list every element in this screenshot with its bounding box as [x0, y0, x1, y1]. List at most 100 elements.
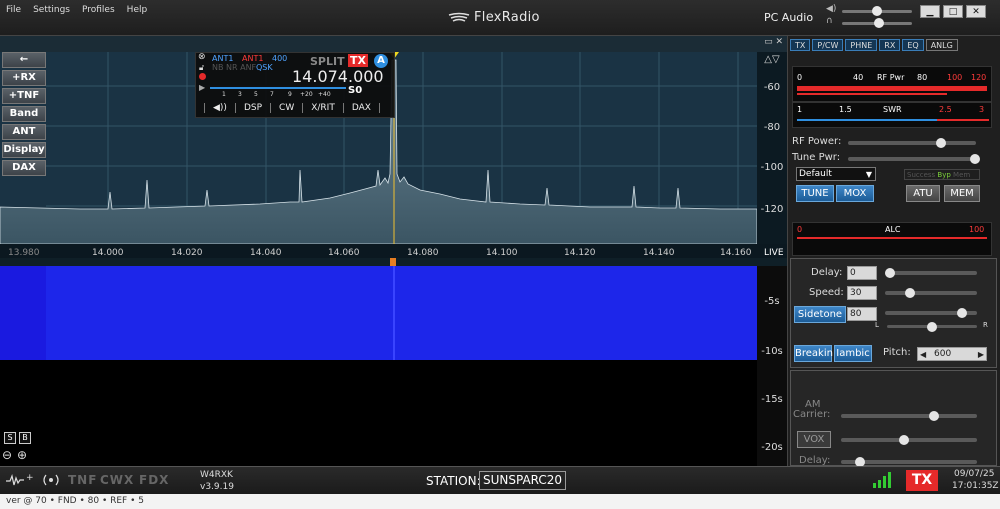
- headphone-volume-slider[interactable]: [842, 18, 912, 28]
- noise-options[interactable]: NB NR ANF: [212, 63, 256, 72]
- speed-field[interactable]: 30: [847, 286, 877, 300]
- waveform-icon[interactable]: +: [6, 472, 36, 488]
- tx-profile-select[interactable]: Default ▼: [796, 167, 876, 181]
- dax-tab[interactable]: DAX: [342, 103, 380, 113]
- add-rx-button[interactable]: +RX: [2, 70, 46, 86]
- rf-power-label: RF Power:: [792, 136, 842, 147]
- minimize-button[interactable]: ▁: [920, 5, 940, 18]
- menu-file[interactable]: File: [6, 5, 21, 15]
- station-name[interactable]: SUNSPARC20: [479, 471, 567, 490]
- add-tnf-button[interactable]: +TNF: [2, 88, 46, 104]
- sidetone-pan-slider[interactable]: [887, 322, 977, 332]
- qsk-indicator[interactable]: QSK: [256, 63, 273, 72]
- zoom-in-icon[interactable]: ⊕: [17, 448, 27, 462]
- pitch-decrease-icon[interactable]: ◀: [920, 348, 926, 361]
- iambic-button[interactable]: Iambic: [834, 345, 872, 362]
- speaker-icon[interactable]: ◀): [826, 4, 836, 14]
- maximize-button[interactable]: □: [943, 5, 963, 18]
- version: v3.9.19: [200, 482, 234, 492]
- rf-power-knob[interactable]: [936, 138, 946, 148]
- tab-pcw[interactable]: P/CW: [812, 39, 844, 51]
- sidetone-knob[interactable]: [957, 308, 967, 318]
- headphone-volume-knob[interactable]: [874, 18, 884, 28]
- vox-delay-slider[interactable]: [841, 457, 977, 467]
- breakin-button[interactable]: Breakin: [794, 345, 833, 362]
- pitch-increase-icon[interactable]: ▶: [978, 348, 984, 361]
- tx-band-marker: [390, 258, 396, 266]
- speed-knob[interactable]: [905, 288, 915, 298]
- close-button[interactable]: ✕: [966, 5, 986, 18]
- tab-rx[interactable]: RX: [879, 39, 901, 51]
- swr-meter: 1 1.5 SWR 2.5 3: [792, 102, 992, 128]
- tab-anlg[interactable]: ANLG: [925, 39, 958, 51]
- speaker-volume-knob[interactable]: [872, 6, 882, 16]
- vox-button[interactable]: VOX: [797, 431, 831, 448]
- dsp-tab[interactable]: DSP: [234, 103, 270, 113]
- audio-tab[interactable]: ◀)): [204, 103, 235, 113]
- tune-power-slider[interactable]: [848, 154, 980, 164]
- close-slice-icon[interactable]: ⊗: [198, 52, 206, 62]
- cwx-toggle[interactable]: CWX: [100, 473, 134, 487]
- ant-button[interactable]: ANT: [2, 124, 46, 140]
- zoom-out-icon[interactable]: ⊖: [2, 448, 12, 462]
- record-icon[interactable]: [199, 73, 206, 80]
- speed-slider[interactable]: [885, 288, 977, 298]
- band-button[interactable]: Band: [2, 106, 46, 122]
- slice-frequency[interactable]: 14.074.000: [292, 67, 384, 86]
- rf-power-slider[interactable]: [848, 138, 976, 148]
- pan-close-icons[interactable]: ▭ ✕: [764, 37, 783, 47]
- sidetone-slider[interactable]: [885, 308, 977, 318]
- svg-text:14.160: 14.160: [720, 248, 752, 258]
- lock-icon[interactable]: 🔓︎: [199, 63, 204, 73]
- segment-b-button[interactable]: B: [19, 432, 31, 444]
- tune-power-knob[interactable]: [970, 154, 980, 164]
- play-icon[interactable]: ▶: [199, 83, 205, 92]
- tnf-toggle[interactable]: TNF: [68, 473, 97, 487]
- tune-button[interactable]: TUNE: [796, 185, 834, 202]
- pan-top-bar: ▭ ✕: [0, 36, 787, 52]
- svg-text:14.000: 14.000: [92, 248, 124, 258]
- back-arrow-button[interactable]: ←: [2, 52, 46, 68]
- tab-tx[interactable]: TX: [790, 39, 811, 51]
- slice-letter-badge[interactable]: A: [374, 54, 388, 68]
- dax-button[interactable]: DAX: [2, 160, 46, 176]
- svg-text:14.140: 14.140: [643, 248, 675, 258]
- sidetone-button[interactable]: Sidetone: [794, 306, 846, 323]
- speaker-volume-slider[interactable]: [842, 6, 912, 16]
- cw-tab[interactable]: CW: [270, 103, 302, 113]
- tx-status-badge[interactable]: TX: [906, 470, 938, 491]
- delay-knob[interactable]: [885, 268, 895, 278]
- speed-label: Speed:: [809, 287, 844, 298]
- am-carrier-knob[interactable]: [929, 411, 939, 421]
- alc-label: ALC: [885, 225, 901, 234]
- pitch-stepper[interactable]: ◀ 600 ▶: [917, 347, 987, 361]
- wireless-icon[interactable]: [40, 472, 62, 488]
- tx-antenna[interactable]: ANT1: [242, 54, 263, 63]
- tab-eq[interactable]: EQ: [902, 39, 924, 51]
- dbm-arrows: △▽: [764, 54, 780, 65]
- tab-phne[interactable]: PHNE: [845, 39, 878, 51]
- mem-button[interactable]: MEM: [944, 185, 980, 202]
- rfpwr-label: RF Pwr: [877, 73, 905, 82]
- menu-profiles[interactable]: Profiles: [82, 5, 115, 15]
- fdx-toggle[interactable]: FDX: [139, 473, 169, 487]
- xrit-tab[interactable]: X/RIT: [302, 103, 343, 113]
- headphone-icon[interactable]: ∩: [826, 16, 833, 26]
- vox-level-knob[interactable]: [899, 435, 909, 445]
- am-carrier-slider[interactable]: [841, 411, 977, 421]
- delay-field[interactable]: 0: [847, 266, 877, 280]
- waterfall-black: [0, 360, 757, 466]
- vox-level-slider[interactable]: [841, 435, 977, 445]
- tx-slice-badge[interactable]: TX: [348, 54, 368, 67]
- mox-button[interactable]: MOX: [836, 185, 874, 202]
- sidetone-field[interactable]: 80: [847, 307, 877, 321]
- menu-help[interactable]: Help: [127, 5, 148, 15]
- rx-antenna[interactable]: ANT1: [212, 54, 233, 63]
- delay-slider[interactable]: [885, 268, 977, 278]
- atu-button[interactable]: ATU: [906, 185, 940, 202]
- menu-settings[interactable]: Settings: [33, 5, 70, 15]
- sidetone-pan-knob[interactable]: [927, 322, 937, 332]
- segment-s-button[interactable]: S: [4, 432, 16, 444]
- am-vox-section: AM Carrier: VOX Delay:: [790, 370, 997, 467]
- display-button[interactable]: Display: [2, 142, 46, 158]
